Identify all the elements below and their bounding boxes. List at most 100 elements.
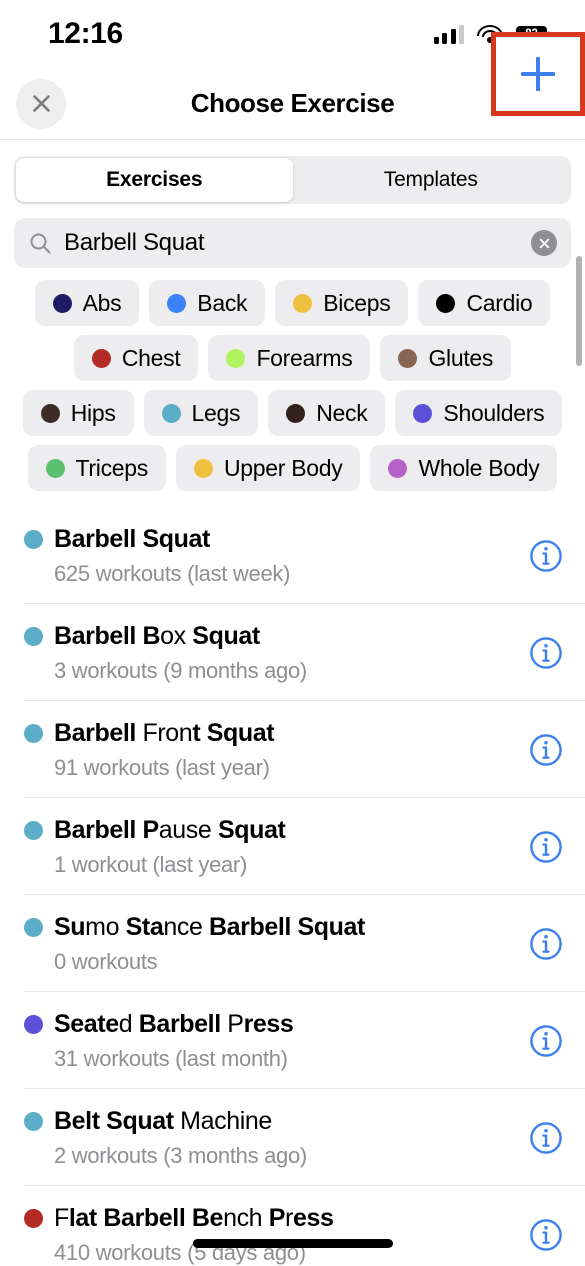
muscle-color-dot <box>40 403 60 423</box>
filter-chip-label: Neck <box>316 399 368 426</box>
exercise-row[interactable]: Belt Squat Machine 2 workouts (3 months a… <box>0 1089 585 1186</box>
filter-chip-whole-body[interactable]: Whole Body <box>370 445 558 491</box>
exercise-row-content: Flat Barbell Bench Press 410 workouts (5 … <box>24 1204 529 1266</box>
exercise-row[interactable]: Flat Barbell Bench Press 410 workouts (5 … <box>0 1186 585 1266</box>
clear-search-button[interactable] <box>531 230 557 256</box>
add-exercise-button[interactable] <box>521 57 555 91</box>
muscle-color-dot <box>398 348 418 368</box>
filter-chip-label: Chest <box>121 344 181 371</box>
exercise-info-button[interactable] <box>529 1024 563 1058</box>
exercise-subtitle: 0 workouts <box>54 948 158 974</box>
exercise-info-button[interactable] <box>529 830 563 864</box>
exercise-subtitle: 625 workouts (last week) <box>54 560 291 586</box>
exercise-name: Barbell Box Squat <box>54 621 260 650</box>
exercise-name: Barbell Pause Squat <box>54 815 286 844</box>
info-icon <box>530 733 562 766</box>
filter-chip-forearms[interactable]: Forearms <box>208 335 371 381</box>
exercise-info-button[interactable] <box>529 733 563 767</box>
exercise-title-row: Belt Squat Machine <box>24 1107 529 1136</box>
filter-chip-legs[interactable]: Legs <box>143 390 259 436</box>
exercise-row[interactable]: Barbell Pause Squat 1 workout (last year) <box>0 798 585 895</box>
exercise-info-button[interactable] <box>529 1218 563 1252</box>
clear-icon <box>539 238 549 248</box>
filter-chip-label: Cardio <box>466 289 533 316</box>
exercise-title-row: Barbell Squat <box>24 525 529 554</box>
filter-chip-label: Upper Body <box>223 454 343 481</box>
exercise-row[interactable]: Barbell Box Squat 3 workouts (9 months ag… <box>0 604 585 701</box>
filter-chip-neck[interactable]: Neck <box>268 390 386 436</box>
filter-chip-triceps[interactable]: Triceps <box>27 445 166 491</box>
exercise-title-row: Barbell Pause Squat <box>24 816 529 845</box>
info-icon <box>530 830 562 863</box>
info-icon <box>530 539 562 572</box>
exercise-info-button[interactable] <box>529 636 563 670</box>
exercise-row[interactable]: Barbell Front Squat 91 workouts (last yea… <box>0 701 585 798</box>
filter-chip-upper-body[interactable]: Upper Body <box>175 445 361 491</box>
exercise-row-content: Barbell Squat 625 workouts (last week) <box>24 525 529 587</box>
exercise-color-dot <box>24 723 43 743</box>
exercise-color-dot <box>24 820 43 840</box>
muscle-color-dot <box>226 348 246 368</box>
info-icon <box>530 1121 562 1154</box>
muscle-color-dot <box>286 403 306 423</box>
app-screen: 12:16 82 Choose Exercise E <box>0 0 585 1266</box>
exercise-row[interactable]: Barbell Squat 625 workouts (last week) <box>0 507 585 604</box>
exercise-color-dot <box>24 1208 43 1228</box>
scroll-indicator[interactable] <box>576 256 582 366</box>
exercise-color-dot <box>24 1014 43 1034</box>
exercise-color-dot <box>24 529 43 549</box>
exercise-title-row: Sumo Stance Barbell Squat <box>24 913 529 942</box>
filter-chip-shoulders[interactable]: Shoulders <box>395 390 563 436</box>
tab-exercises[interactable]: Exercises <box>16 158 293 202</box>
filter-chip-label: Hips <box>70 399 116 426</box>
filter-chip-label: Abs <box>82 289 122 316</box>
add-exercise-highlight <box>491 32 585 116</box>
exercise-name: Sumo Stance Barbell Squat <box>54 912 365 941</box>
filter-chip-abs[interactable]: Abs <box>34 280 140 326</box>
exercise-subtitle: 31 workouts (last month) <box>54 1045 288 1071</box>
tab-templates[interactable]: Templates <box>293 158 570 202</box>
exercise-color-dot <box>24 626 43 646</box>
search-bar[interactable]: Barbell Squat <box>14 218 571 268</box>
muscle-color-dot <box>388 458 408 478</box>
navigation-bar: Choose Exercise <box>0 32 585 140</box>
exercise-name: Flat Barbell Bench Press <box>54 1203 334 1232</box>
exercise-row-content: Sumo Stance Barbell Squat 0 workouts <box>24 913 529 975</box>
filter-chip-label: Shoulders <box>443 399 545 426</box>
filter-chip-hips[interactable]: Hips <box>22 390 134 436</box>
exercise-name: Seated Barbell Press <box>54 1009 294 1038</box>
exercise-info-button[interactable] <box>529 1121 563 1155</box>
exercise-row-content: Barbell Pause Squat 1 workout (last year) <box>24 816 529 878</box>
filter-chip-label: Glutes <box>428 344 494 371</box>
muscle-color-dot <box>413 403 433 423</box>
exercise-info-button[interactable] <box>529 539 563 573</box>
filter-chip-biceps[interactable]: Biceps <box>275 280 409 326</box>
exercise-name: Belt Squat Machine <box>54 1106 272 1135</box>
exercise-subtitle: 3 workouts (9 months ago) <box>54 657 307 683</box>
close-icon <box>32 95 50 112</box>
filter-chip-cardio[interactable]: Cardio <box>418 280 551 326</box>
exercise-title-row: Flat Barbell Bench Press <box>24 1204 529 1233</box>
filter-chip-label: Legs <box>191 399 241 426</box>
exercise-row-content: Barbell Box Squat 3 workouts (9 months ag… <box>24 622 529 684</box>
filter-chip-label: Triceps <box>75 454 149 481</box>
info-icon <box>530 1024 562 1057</box>
muscle-color-dot <box>193 458 213 478</box>
exercise-row[interactable]: Seated Barbell Press 31 workouts (last mo… <box>0 992 585 1089</box>
search-input[interactable]: Barbell Squat <box>64 229 519 257</box>
info-icon <box>530 1218 562 1251</box>
muscle-color-dot <box>293 293 313 313</box>
view-segmented-control: Exercises Templates <box>14 156 571 204</box>
exercise-row-content: Belt Squat Machine 2 workouts (3 months a… <box>24 1107 529 1169</box>
close-button[interactable] <box>16 78 66 129</box>
filter-chip-back[interactable]: Back <box>149 280 266 326</box>
exercise-color-dot <box>24 917 43 937</box>
exercise-name: Barbell Squat <box>54 524 210 553</box>
filter-chip-glutes[interactable]: Glutes <box>380 335 512 381</box>
muscle-color-dot <box>161 403 181 423</box>
exercise-info-button[interactable] <box>529 927 563 961</box>
filter-chip-chest[interactable]: Chest <box>73 335 199 381</box>
muscle-color-dot <box>91 348 111 368</box>
home-indicator <box>192 1239 393 1248</box>
exercise-row[interactable]: Sumo Stance Barbell Squat 0 workouts <box>0 895 585 992</box>
